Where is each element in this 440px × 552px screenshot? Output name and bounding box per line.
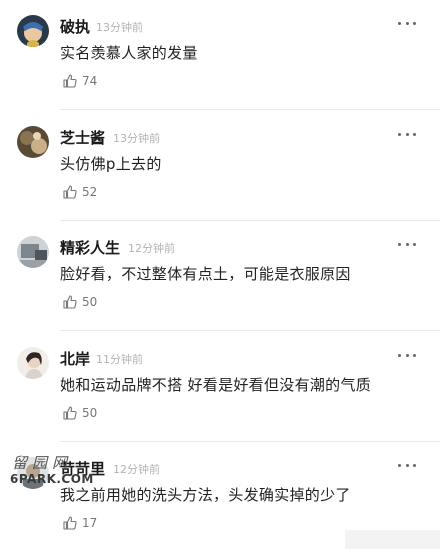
divider (60, 109, 440, 110)
watermark-top: 留园网 (12, 454, 73, 472)
thumbs-up-icon (63, 185, 77, 199)
comment-item: 破执 13分钟前 实名羡慕人家的发量 74 (0, 0, 440, 110)
avatar[interactable] (17, 236, 49, 268)
divider (60, 330, 440, 331)
comment-text: 她和运动品牌不搭 好看是好看但没有潮的气质 (60, 376, 372, 394)
like-count: 74 (82, 74, 98, 88)
bottom-bar (345, 530, 440, 549)
thumbs-up-icon (63, 406, 77, 420)
more-dots-icon[interactable] (398, 460, 416, 470)
like-count: 50 (82, 295, 98, 309)
comment-item: 北岸 11分钟前 她和运动品牌不搭 好看是好看但没有潮的气质 50 (0, 332, 440, 442)
comment-item: 精彩人生 12分钟前 脸好看，不过整体有点土，可能是衣服原因 50 (0, 221, 440, 331)
avatar[interactable] (17, 126, 49, 158)
more-dots-icon[interactable] (398, 350, 416, 360)
more-dots-icon[interactable] (398, 239, 416, 249)
author-name[interactable]: 北岸 (60, 348, 90, 369)
thumbs-up-icon (63, 74, 77, 88)
avatar[interactable] (17, 347, 49, 379)
timestamp: 13分钟前 (96, 21, 143, 34)
timestamp: 13分钟前 (113, 132, 160, 145)
more-dots-icon[interactable] (398, 18, 416, 28)
author-name[interactable]: 破执 (60, 16, 90, 37)
like-button[interactable]: 50 (62, 405, 97, 421)
comment-text: 脸好看，不过整体有点土，可能是衣服原因 (60, 265, 351, 283)
author-name[interactable]: 芝士酱 (60, 127, 105, 148)
like-button[interactable]: 74 (62, 73, 97, 89)
timestamp: 12分钟前 (113, 463, 160, 476)
thumbs-up-icon (63, 295, 77, 309)
like-count: 17 (82, 516, 98, 530)
comment-text: 我之前用她的洗头方法，头发确实掉的少了 (60, 486, 351, 504)
like-count: 50 (82, 406, 98, 420)
comment-item: 芝士酱 13分钟前 头仿佛p上去的 52 (0, 111, 440, 221)
like-button[interactable]: 52 (62, 184, 97, 200)
avatar[interactable] (17, 15, 49, 47)
thumbs-up-icon (63, 516, 77, 530)
watermark: 留园网 6PARK.COM (6, 452, 102, 494)
timestamp: 12分钟前 (128, 242, 175, 255)
comment-text: 头仿佛p上去的 (60, 155, 162, 173)
watermark-bottom: 6PARK.COM (10, 472, 94, 486)
like-button[interactable]: 17 (62, 515, 97, 531)
author-name[interactable]: 精彩人生 (60, 237, 120, 258)
comment-text: 实名羡慕人家的发量 (60, 44, 198, 62)
like-button[interactable]: 50 (62, 294, 97, 310)
like-count: 52 (82, 185, 98, 199)
timestamp: 11分钟前 (96, 353, 143, 366)
more-dots-icon[interactable] (398, 129, 416, 139)
